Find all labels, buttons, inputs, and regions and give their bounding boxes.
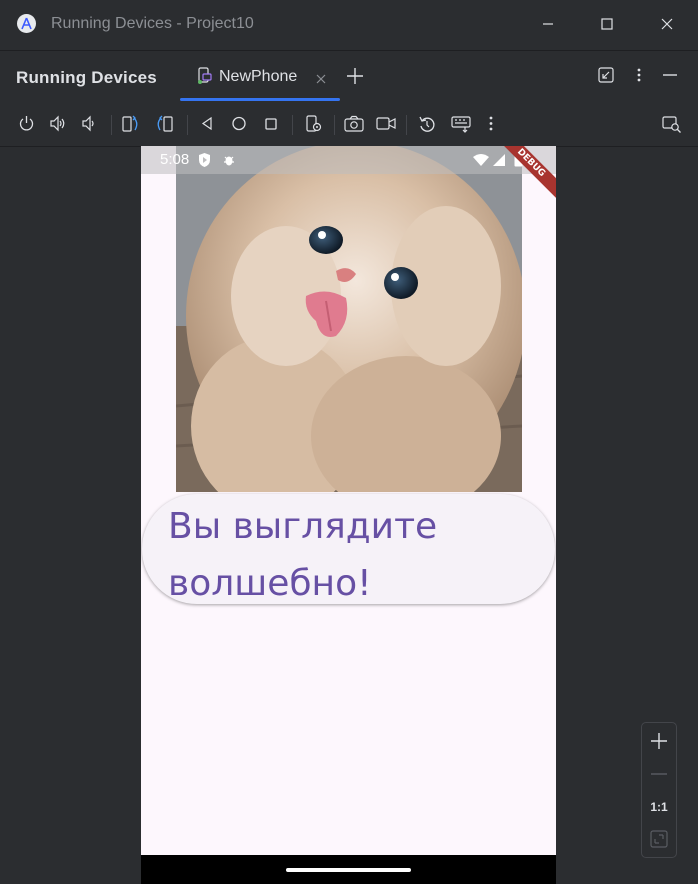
tab-label: NewPhone <box>219 68 298 85</box>
title-bar: Running Devices - Project10 <box>0 0 698 51</box>
add-tab-icon[interactable] <box>346 67 364 90</box>
reset-icon[interactable] <box>418 115 436 138</box>
kitten-photo <box>176 146 522 492</box>
volume-down-icon[interactable] <box>81 115 97 137</box>
zoom-in-icon[interactable] <box>649 731 669 751</box>
volume-up-icon[interactable] <box>49 115 67 137</box>
toolbar-separator <box>187 115 188 135</box>
device-search-icon[interactable] <box>662 115 682 138</box>
tool-window-header: Running Devices NewPhone <box>0 51 698 101</box>
more-icon[interactable] <box>488 115 494 137</box>
message-text: Вы выглядите волшебно! <box>168 506 438 604</box>
toolbar-separator <box>406 115 407 135</box>
status-time: 5:08 <box>160 151 190 168</box>
window-title: Running Devices - Project10 <box>51 15 254 32</box>
android-studio-logo-icon <box>17 14 36 33</box>
zoom-out-icon[interactable] <box>649 764 669 784</box>
tool-window-title: Running Devices <box>16 68 157 87</box>
hide-icon[interactable] <box>662 67 678 88</box>
debug-bug-icon <box>223 153 235 172</box>
tab-newphone[interactable]: NewPhone <box>180 51 340 101</box>
message-card: Вы выглядите волшебно! <box>142 494 555 604</box>
home-icon[interactable] <box>231 115 247 137</box>
screen-record-icon[interactable] <box>376 115 396 137</box>
device-toolbar <box>0 101 698 147</box>
rotate-left-icon[interactable] <box>122 115 140 138</box>
dock-icon[interactable] <box>598 67 614 88</box>
power-icon[interactable] <box>18 115 35 137</box>
wifi-icon <box>472 153 490 172</box>
home-gesture-pill[interactable] <box>286 868 411 872</box>
tab-close-icon[interactable] <box>316 71 326 89</box>
signal-icon <box>492 153 506 172</box>
device-screen[interactable]: 5:08 DEBUG Вы выглядите волшебно! <box>141 146 556 884</box>
zoom-controls: 1:1 <box>641 722 677 858</box>
gesture-nav-bar <box>141 855 556 884</box>
close-icon[interactable] <box>659 16 675 32</box>
toolbar-separator <box>334 115 335 135</box>
screenshot-icon[interactable] <box>344 115 364 137</box>
options-icon[interactable] <box>636 67 642 88</box>
device-settings-icon[interactable] <box>305 115 323 138</box>
phone-device-icon <box>197 67 213 89</box>
keyboard-icon[interactable] <box>451 115 471 138</box>
status-bar: 5:08 <box>141 146 556 174</box>
toolbar-separator <box>111 115 112 135</box>
shield-icon <box>198 152 211 173</box>
overview-icon[interactable] <box>264 115 278 137</box>
zoom-fit-icon[interactable] <box>649 829 669 849</box>
maximize-icon[interactable] <box>599 16 615 32</box>
zoom-actual-size-button[interactable]: 1:1 <box>642 800 676 814</box>
rotate-right-icon[interactable] <box>155 115 173 138</box>
toolbar-separator <box>292 115 293 135</box>
back-icon[interactable] <box>200 115 214 137</box>
minimize-icon[interactable] <box>540 16 556 32</box>
